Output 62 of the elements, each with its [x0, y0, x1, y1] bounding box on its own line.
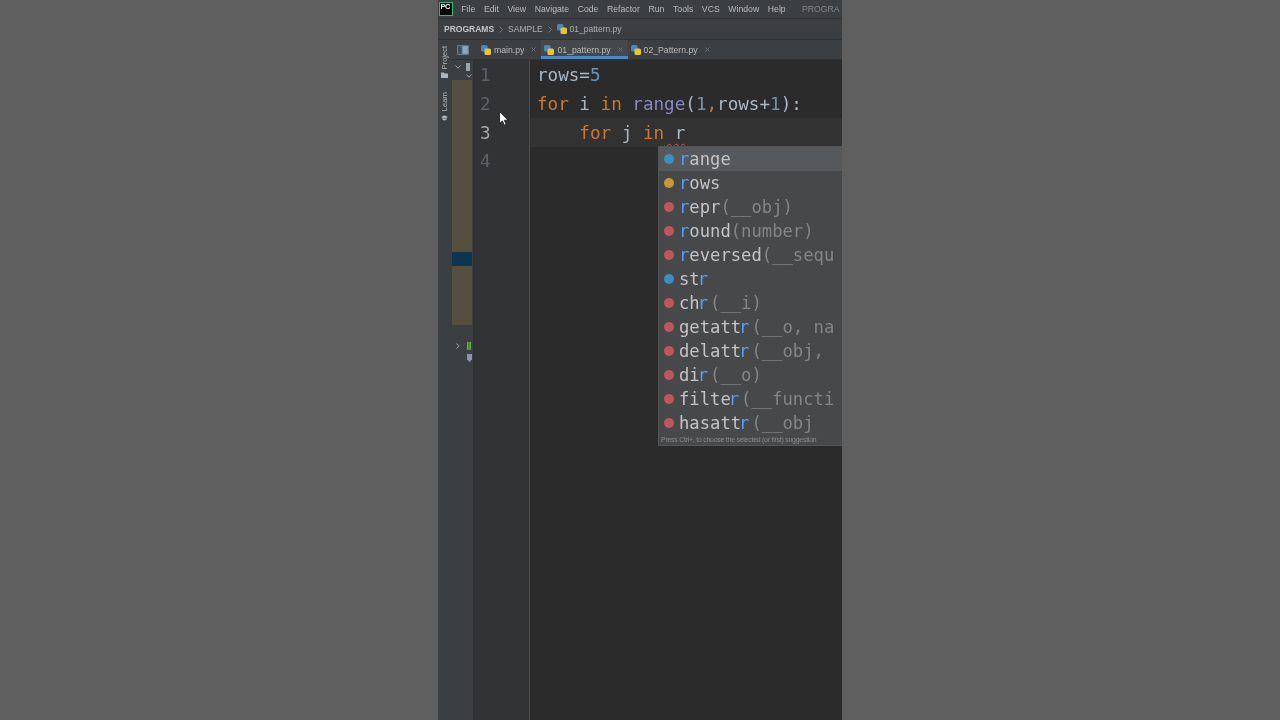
menu-item[interactable]: Help — [763, 0, 790, 18]
tree-selection-highlight — [452, 252, 472, 266]
menu-item[interactable]: Edit — [479, 0, 504, 18]
completion-item[interactable]: str — [659, 267, 842, 291]
chevron-right-icon — [547, 25, 552, 33]
completion-item[interactable]: repr(__obj) — [659, 195, 842, 219]
code-line: rows=5 — [537, 64, 601, 87]
mouse-pointer-icon — [499, 111, 509, 126]
completion-item[interactable]: chr(__i) — [659, 291, 842, 315]
code-line: for i in range(1,rows+1): — [537, 93, 802, 116]
breadcrumb[interactable]: PROGRAMS — [444, 21, 495, 37]
line-number: 3 — [480, 121, 491, 144]
breadcrumb[interactable]: 01_pattern.py — [556, 21, 622, 37]
completion-item[interactable]: filter(__functi — [659, 387, 842, 411]
class-icon — [664, 154, 674, 164]
completion-item[interactable]: rows — [659, 171, 842, 195]
completion-item[interactable]: reversed(__sequ — [659, 243, 842, 267]
variable-icon — [664, 178, 674, 188]
project-name: PROGRA — [802, 4, 840, 14]
completion-item[interactable]: getattr(__o, na — [659, 315, 842, 339]
completion-item[interactable]: range — [659, 147, 842, 171]
menu-item[interactable]: Navigate — [530, 0, 574, 18]
function-icon — [664, 322, 674, 332]
panel-toggle-icon[interactable] — [457, 44, 469, 55]
chevron-right-icon — [499, 25, 504, 33]
completion-item[interactable]: dir(__o) — [659, 363, 842, 387]
python-file-icon — [556, 24, 567, 34]
function-icon — [664, 226, 674, 236]
class-icon — [664, 274, 674, 284]
function-icon — [664, 418, 674, 428]
function-icon — [664, 394, 674, 404]
tree-node-icon — [466, 63, 470, 71]
close-icon[interactable] — [531, 47, 537, 52]
menu-item[interactable]: Refactor — [602, 0, 645, 18]
function-icon — [664, 298, 674, 308]
editor-tab[interactable]: 02_Pattern.py — [627, 40, 715, 59]
code-line: for j in r — [578, 121, 686, 144]
menu-item[interactable]: VCS — [697, 0, 725, 18]
graduation-cap-icon — [441, 114, 448, 121]
breadcrumb[interactable]: SAMPLE — [508, 21, 543, 37]
function-icon — [664, 202, 674, 212]
function-icon — [664, 250, 674, 260]
menu-item[interactable]: Code — [573, 0, 603, 18]
completion-item[interactable]: hasattr(__obj — [659, 411, 842, 435]
python-file-icon — [630, 44, 641, 55]
completion-item[interactable]: round(number) — [659, 219, 842, 243]
menu-item[interactable]: View — [503, 0, 531, 18]
function-icon — [664, 370, 674, 380]
library-icon — [467, 341, 471, 350]
editor-tab[interactable]: 01_pattern.py — [541, 40, 628, 59]
menu-item[interactable]: File — [457, 0, 480, 18]
close-icon[interactable] — [704, 47, 710, 52]
editor-tab[interactable]: main.py — [478, 40, 542, 59]
chevron-right-icon[interactable] — [456, 342, 460, 349]
menu-item[interactable]: Tools — [668, 0, 698, 18]
completion-item[interactable]: delattr(__obj, — [659, 339, 842, 363]
function-icon — [664, 346, 674, 356]
python-file-icon — [544, 44, 555, 55]
python-file-icon — [481, 44, 491, 55]
menu-item[interactable]: Run — [644, 0, 669, 18]
menu-item[interactable]: Window — [724, 0, 764, 18]
folder-icon — [441, 72, 448, 79]
